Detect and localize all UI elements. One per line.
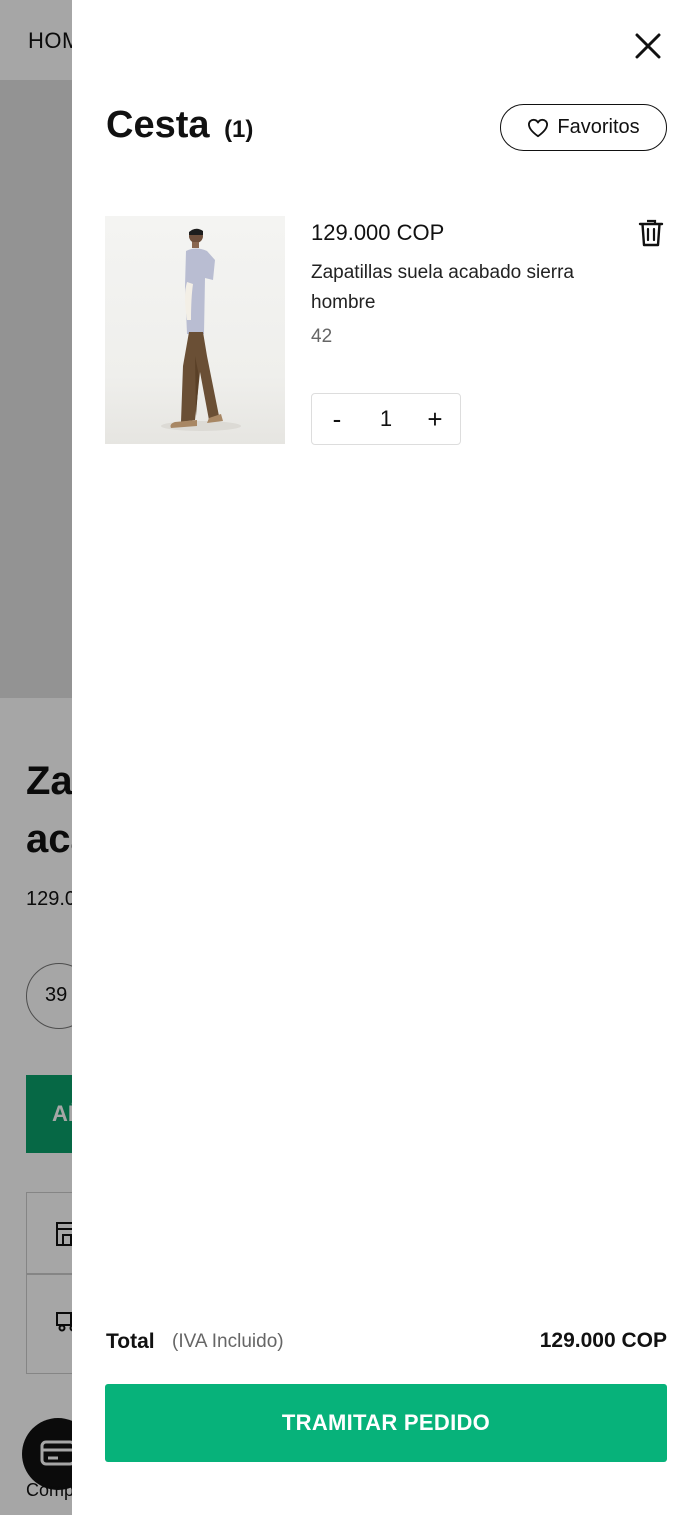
total-label: Total [106, 1330, 155, 1353]
cart-item-name[interactable]: Zapatillas suela acabado sierra hombre [311, 258, 631, 318]
cart-title: Cesta (1) [106, 104, 253, 147]
cart-item-count: (1) [224, 116, 254, 143]
cart-drawer: Cesta (1) Favoritos 129.000 COP Zapatill… [72, 0, 700, 1515]
favorites-label: Favoritos [557, 116, 640, 138]
checkout-button[interactable]: TRAMITAR PEDIDO [105, 1384, 667, 1462]
trash-icon [638, 219, 664, 247]
remove-item-button[interactable] [638, 218, 664, 248]
cart-item-size: 42 [311, 326, 333, 347]
total-tax-note: (IVA Incluido) [172, 1331, 284, 1352]
close-icon [635, 33, 661, 59]
product-photo [161, 228, 241, 431]
cart-item-image[interactable] [105, 216, 285, 444]
favorites-button[interactable]: Favoritos [500, 104, 667, 151]
cart-item-price: 129.000 COP [311, 220, 445, 245]
decrement-button[interactable]: - [312, 394, 362, 444]
increment-button[interactable]: + [410, 394, 460, 444]
cart-title-text: Cesta [106, 104, 210, 146]
quantity-stepper: - 1 + [311, 393, 461, 445]
quantity-value: 1 [379, 406, 393, 431]
total-value: 129.000 COP [539, 1329, 667, 1352]
heart-icon [528, 118, 549, 137]
close-button[interactable] [632, 30, 664, 62]
